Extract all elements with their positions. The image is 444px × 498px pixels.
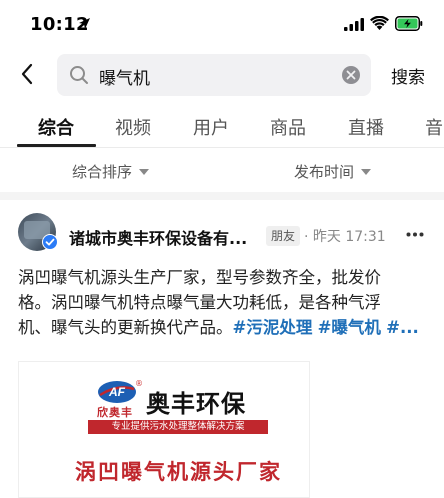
tab-music[interactable]: 音	[425, 114, 443, 140]
section-divider	[0, 192, 444, 200]
search-header: 曝气机 搜索	[0, 50, 444, 100]
tab-live[interactable]: 直播	[348, 114, 384, 140]
post-text-line: 机、曝气头的更新换代产品。#污泥处理 #曝气机 #...	[18, 315, 432, 340]
wifi-icon	[370, 16, 389, 30]
ad-tagline: 专业提供污水处理整体解决方案	[88, 420, 268, 434]
location-arrow-icon	[79, 18, 90, 29]
battery-charging-icon	[395, 16, 423, 31]
hashtag-link[interactable]: #曝气机	[318, 318, 381, 337]
ad-slogan: 涡凹曝气机源头厂家	[75, 460, 282, 484]
clear-search-icon[interactable]	[341, 65, 361, 85]
friend-badge: 朋友	[266, 226, 301, 246]
tab-products[interactable]: 商品	[270, 114, 306, 140]
post-text-segment: 机、曝气头的更新换代产品。	[18, 318, 233, 337]
tab-users[interactable]: 用户	[193, 114, 229, 140]
search-input[interactable]: 曝气机	[57, 54, 371, 96]
registered-mark: ®	[135, 379, 143, 388]
logo-letters: AF	[108, 385, 126, 399]
search-icon	[70, 66, 88, 84]
post-author[interactable]: 诸城市奥丰环保设备有...	[69, 225, 247, 249]
company-logo: AF	[98, 381, 136, 403]
post-card[interactable]: 诸城市奥丰环保设备有... 朋友 · 昨天 17:31 涡凹曝气机源头生产厂家，…	[0, 200, 444, 498]
verified-badge-icon	[42, 234, 58, 250]
filter-bar: 综合排序 发布时间	[0, 148, 444, 192]
post-image[interactable]: AF ® 欣奥丰 奥丰环保 专业提供污水处理整体解决方案 涡凹曝气机源头厂家	[18, 361, 310, 498]
publish-time-label: 发布时间	[294, 163, 355, 181]
search-tabs: 综合 视频 用户 商品 直播 音	[0, 104, 444, 148]
hashtag-link[interactable]: #...	[386, 318, 419, 337]
post-text-line: 格。涡凹曝气机特点曝气量大功耗低，是各种气浮	[18, 293, 381, 312]
publish-time-dropdown[interactable]: 发布时间	[294, 161, 372, 182]
post-time: · 昨天 17:31	[304, 229, 386, 245]
logo-subtext: 欣奥丰	[97, 406, 133, 419]
ad-company-name: 奥丰环保	[146, 390, 246, 418]
hashtag-link[interactable]: #污泥处理	[233, 318, 313, 337]
back-arrow-icon[interactable]	[16, 62, 40, 86]
post-text[interactable]: 涡凹曝气机源头生产厂家，型号参数齐全，批发价 格。涡凹曝气机特点曝气量大功耗低，…	[18, 265, 432, 340]
search-button[interactable]: 搜索	[391, 63, 425, 88]
tab-comprehensive[interactable]: 综合	[38, 114, 74, 140]
sort-label: 综合排序	[72, 163, 133, 181]
tab-video[interactable]: 视频	[115, 114, 151, 140]
more-options-icon[interactable]	[406, 232, 424, 237]
post-text-line: 涡凹曝气机源头生产厂家，型号参数齐全，批发价	[18, 268, 381, 287]
sort-dropdown[interactable]: 综合排序	[72, 161, 150, 182]
search-query-text: 曝气机	[99, 69, 150, 89]
caret-down-icon	[361, 168, 372, 175]
cellular-signal-icon	[344, 18, 364, 31]
caret-down-icon	[139, 168, 150, 175]
status-bar: 10:12	[0, 0, 444, 44]
